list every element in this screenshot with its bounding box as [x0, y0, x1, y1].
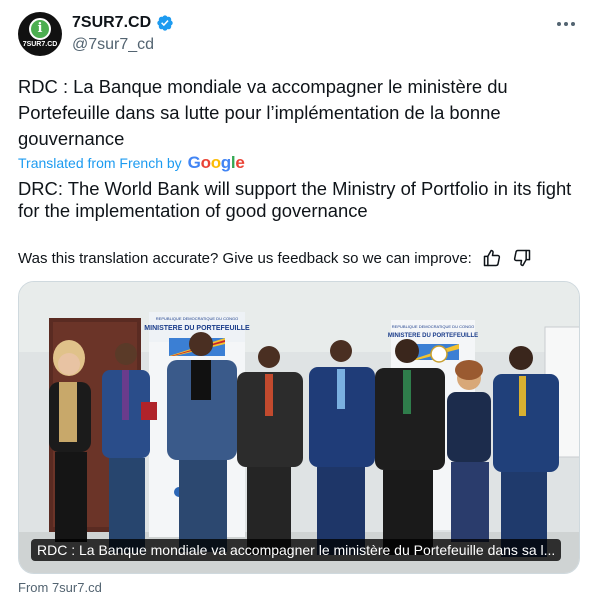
translation-feedback: Was this translation accurate? Give us f…	[18, 248, 578, 268]
google-logo-icon: Google	[187, 153, 245, 172]
svg-text:REPUBLIQUE DEMOCRATIQUE DU CON: REPUBLIQUE DEMOCRATIQUE DU CONGO	[156, 316, 238, 321]
translation-attribution[interactable]: Translated from French by Google	[18, 153, 245, 173]
thumbs-up-icon[interactable]	[482, 248, 502, 268]
svg-text:MINISTERE DU PORTEFEUILLE: MINISTERE DU PORTEFEUILLE	[144, 325, 250, 332]
tweet-header: i 7SUR7.CD 7SUR7.CD @7sur7_cd	[18, 12, 584, 60]
handle[interactable]: @7sur7_cd	[72, 36, 154, 54]
feedback-prompt: Was this translation accurate? Give us f…	[18, 249, 472, 267]
tweet-original-text: RDC : La Banque mondiale va accompagner …	[18, 76, 508, 149]
translated-label[interactable]: Translated from French by	[18, 155, 182, 171]
group-photo[interactable]: REPUBLIQUE DEMOCRATIQUE DU CONGO MINISTE…	[19, 282, 580, 574]
tweet-translated-text: DRC: The World Bank will support the Min…	[18, 178, 572, 221]
avatar-logo-icon: i	[29, 18, 51, 40]
avatar-text: 7SUR7.CD	[22, 41, 58, 48]
svg-text:MINISTERE DU PORTEFEUILLE: MINISTERE DU PORTEFEUILLE	[388, 333, 478, 339]
display-name[interactable]: 7SUR7.CD	[72, 14, 151, 32]
thumbs-down-icon[interactable]	[512, 248, 532, 268]
verified-badge-icon	[157, 15, 173, 31]
media-caption: RDC : La Banque mondiale va accompagner …	[31, 539, 562, 561]
svg-text:REPUBLIQUE DEMOCRATIQUE DU CON: REPUBLIQUE DEMOCRATIQUE DU CONGO	[392, 324, 474, 329]
more-horizontal-icon[interactable]	[552, 12, 580, 36]
card-source[interactable]: From 7sur7.cd	[18, 580, 102, 595]
tweet-media[interactable]: REPUBLIQUE DEMOCRATIQUE DU CONGO MINISTE…	[18, 281, 580, 574]
name-row: 7SUR7.CD	[72, 14, 174, 32]
avatar[interactable]: i 7SUR7.CD	[18, 12, 62, 56]
